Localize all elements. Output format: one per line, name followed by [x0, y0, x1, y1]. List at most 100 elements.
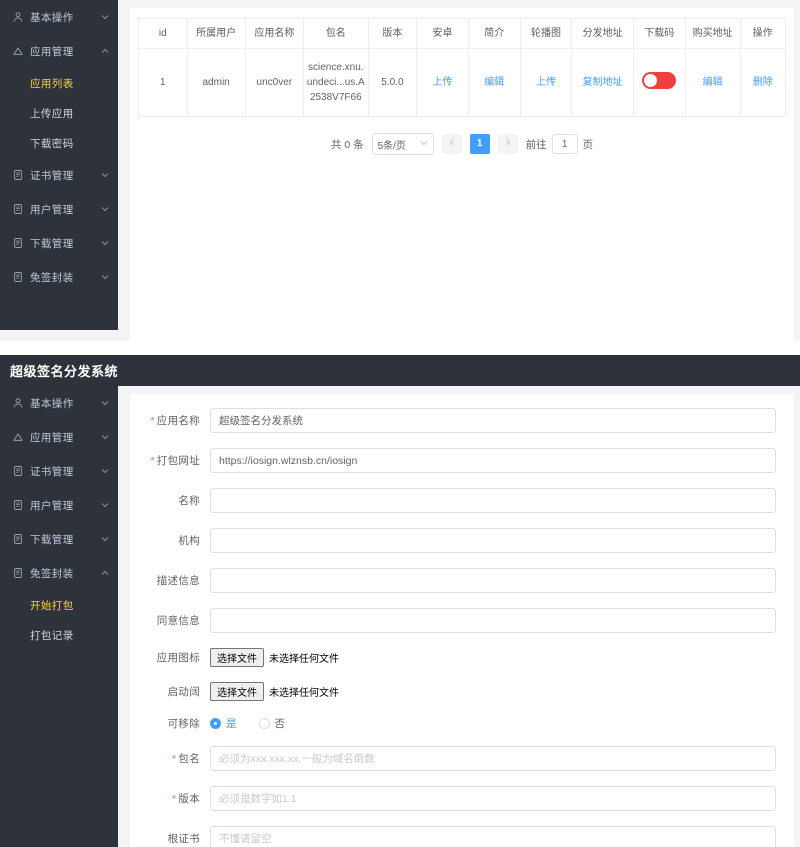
- pagination-page-1[interactable]: 1: [470, 134, 490, 154]
- sidebar-item-0[interactable]: 基本操作: [0, 386, 118, 420]
- form-control-10: [210, 786, 780, 811]
- buy-url-edit-link[interactable]: 编辑: [703, 77, 723, 88]
- sidebar-subitem-1-1[interactable]: 上传应用: [0, 98, 118, 128]
- form-row-2: 名称: [130, 488, 780, 513]
- download-code-toggle[interactable]: [642, 72, 676, 89]
- form-label-text: 名称: [178, 495, 200, 507]
- form-label-text: 根证书: [168, 833, 200, 845]
- sidebar-item-5[interactable]: 免签封装: [0, 556, 118, 590]
- sidebar-menu-bottom: 基本操作应用管理证书管理用户管理下载管理免签封装开始打包打包记录: [0, 386, 118, 650]
- sidebar-item-label: 基本操作: [30, 10, 100, 25]
- sidebar-subitem-1-0[interactable]: 应用列表: [0, 68, 118, 98]
- choose-file-button[interactable]: 选择文件: [210, 648, 264, 667]
- sidebar-item-1[interactable]: 应用管理: [0, 420, 118, 454]
- sidebar-subitem-5-1[interactable]: 打包记录: [0, 620, 118, 650]
- sidebar-item-4[interactable]: 下载管理: [0, 522, 118, 556]
- form-label-6: 应用图标: [130, 650, 210, 665]
- input-打包网址[interactable]: [210, 448, 776, 473]
- sidebar-item-3[interactable]: 用户管理: [0, 192, 118, 226]
- input-应用名称[interactable]: [210, 408, 776, 433]
- choose-file-button[interactable]: 选择文件: [210, 682, 264, 701]
- page-size-select[interactable]: 5条/页: [372, 133, 434, 155]
- form-label-1: *打包网址: [130, 453, 210, 468]
- form-control-9: [210, 746, 780, 771]
- packaging-form-screen: 超级签名分发系统 基本操作应用管理证书管理用户管理下载管理免签封装开始打包打包记…: [0, 355, 800, 847]
- form-control-5: [210, 608, 780, 633]
- input-名称[interactable]: [210, 488, 776, 513]
- table-column-header-11: 操作: [740, 19, 785, 49]
- table-column-header-0: id: [139, 19, 188, 49]
- sidebar-subitem-label: 打包记录: [30, 628, 74, 643]
- required-asterisk: *: [150, 415, 154, 427]
- table-column-header-3: 包名: [303, 19, 368, 49]
- document-icon: [11, 203, 24, 216]
- sidebar-subitem-5-0[interactable]: 开始打包: [0, 590, 118, 620]
- intro-edit-link[interactable]: 编辑: [484, 77, 504, 88]
- radio-option-1[interactable]: 否: [259, 716, 286, 731]
- form-row-7: 启动阔选择文件未选择任何文件: [130, 682, 780, 701]
- sidebar-item-label: 用户管理: [30, 202, 100, 217]
- form-label-text: 版本: [178, 793, 200, 805]
- required-asterisk: *: [172, 753, 176, 765]
- sidebar-item-2[interactable]: 证书管理: [0, 158, 118, 192]
- page-title: 超级签名分发系统: [0, 361, 118, 380]
- cell-download-code: [633, 49, 685, 117]
- input-版本[interactable]: [210, 786, 776, 811]
- form-label-text: 应用图标: [157, 652, 200, 664]
- form-control-6: 选择文件未选择任何文件: [210, 648, 780, 667]
- sidebar-item-5[interactable]: 免签封装: [0, 260, 118, 294]
- cell-banner-upload: 上传: [520, 49, 572, 117]
- pagination-next-button[interactable]: [498, 134, 518, 154]
- sidebar-subitem-label: 开始打包: [30, 598, 74, 613]
- sidebar-subitem-label: 上传应用: [30, 106, 74, 121]
- radio-option-0[interactable]: 是: [210, 716, 237, 731]
- pagination-prev-button[interactable]: [442, 134, 462, 154]
- table-column-header-2: 应用名称: [245, 19, 303, 49]
- sidebar-menu-top: 基本操作应用管理应用列表上传应用下载密码证书管理用户管理下载管理免签封装: [0, 0, 118, 294]
- document-icon: [11, 465, 24, 478]
- input-包名[interactable]: [210, 746, 776, 771]
- table-column-header-9: 下载码: [633, 19, 685, 49]
- required-asterisk: *: [150, 455, 154, 467]
- banner-upload-link[interactable]: 上传: [536, 77, 556, 88]
- form-label-text: 同意信息: [157, 615, 200, 627]
- pagination-jump-input[interactable]: [552, 134, 578, 154]
- sidebar-item-2[interactable]: 证书管理: [0, 454, 118, 488]
- android-upload-link[interactable]: 上传: [433, 77, 453, 88]
- form-label-text: 打包网址: [157, 455, 200, 467]
- action-delete-link[interactable]: 删除: [753, 77, 773, 88]
- sidebar-item-label: 证书管理: [30, 168, 100, 183]
- cell-owner: admin: [187, 49, 245, 117]
- input-机构[interactable]: [210, 528, 776, 553]
- input-根证书[interactable]: [210, 826, 776, 847]
- table-column-header-4: 版本: [368, 19, 417, 49]
- sidebar-item-3[interactable]: 用户管理: [0, 488, 118, 522]
- form-row-5: 同意信息: [130, 608, 780, 633]
- dist-url-copy-link[interactable]: 复制地址: [583, 77, 623, 88]
- sidebar-item-0[interactable]: 基本操作: [0, 0, 118, 34]
- form-control-3: [210, 528, 780, 553]
- document-icon: [11, 567, 24, 580]
- document-icon: [11, 499, 24, 512]
- table-header-row: id所属用户应用名称包名版本安卓简介轮播图分发地址下载码购买地址操作: [139, 19, 786, 49]
- form-label-8: 可移除: [130, 716, 210, 731]
- sidebar-subitem-1-2[interactable]: 下载密码: [0, 128, 118, 158]
- cell-action-delete: 删除: [740, 49, 785, 117]
- cell-app-name: unc0ver: [245, 49, 303, 117]
- form-control-2: [210, 488, 780, 513]
- form-control-7: 选择文件未选择任何文件: [210, 682, 780, 701]
- chevron-down-icon: [100, 205, 109, 214]
- chevron-down-icon: [100, 171, 109, 180]
- cell-buy-url-edit: 编辑: [685, 49, 740, 117]
- pagination-jumper: 前往 页: [526, 134, 594, 154]
- sidebar-item-4[interactable]: 下载管理: [0, 226, 118, 260]
- form-row-6: 应用图标选择文件未选择任何文件: [130, 648, 780, 667]
- cell-android-upload: 上传: [417, 49, 469, 117]
- chevron-down-icon: [100, 535, 109, 544]
- pagination: 共 0 条 5条/页 1 前往 页: [138, 117, 786, 155]
- sidebar-item-1[interactable]: 应用管理: [0, 34, 118, 68]
- table-header: id所属用户应用名称包名版本安卓简介轮播图分发地址下载码购买地址操作: [139, 19, 786, 49]
- input-描述信息[interactable]: [210, 568, 776, 593]
- input-同意信息[interactable]: [210, 608, 776, 633]
- user-icon: [11, 11, 24, 24]
